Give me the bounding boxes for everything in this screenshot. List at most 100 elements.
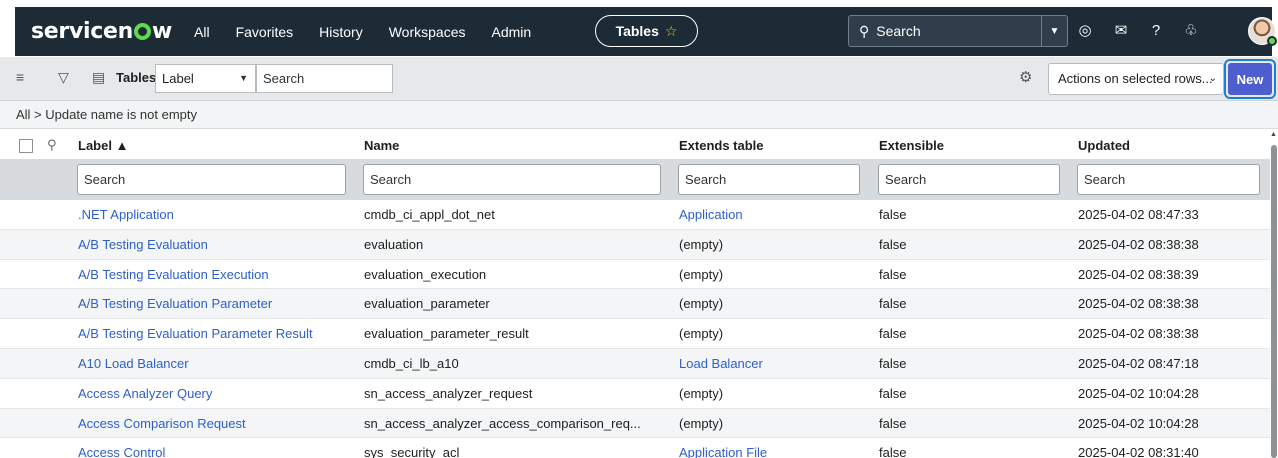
cell-name: sys_security_acl [364, 445, 460, 458]
filter-label-input[interactable]: Search [77, 164, 346, 195]
actions-select-value: Actions on selected rows... [1058, 71, 1213, 86]
cell-name: sn_access_analyzer_request [364, 385, 533, 401]
cell-updated: 2025-04-02 08:47:33 [1078, 207, 1199, 222]
filter-updated-input[interactable]: Search [1077, 164, 1260, 195]
column-header-extends-table[interactable]: Extends table [679, 138, 764, 153]
bell-icon[interactable]: ♧ [1181, 21, 1201, 41]
cell-extends-table[interactable]: Application File [679, 445, 767, 458]
cell-name: cmdb_ci_appl_dot_net [364, 207, 495, 222]
column-header-label[interactable]: Label ▲ [78, 138, 128, 153]
breadcrumb[interactable]: All > Update name is not empty [0, 101, 1278, 129]
star-icon[interactable]: ☆ [665, 23, 678, 40]
filter-name-input[interactable]: Search [363, 164, 661, 195]
table-row[interactable]: Access Control sys_security_acl Applicatio… [0, 438, 1270, 458]
avatar[interactable] [1248, 17, 1277, 46]
cell-extensible: false [879, 415, 907, 431]
list-menu-icon[interactable]: ▤ [92, 69, 105, 86]
cell-extensible: false [879, 266, 907, 282]
nav-menu: All Favorites History Workspaces Admin [194, 24, 557, 40]
scrollbar-thumb[interactable] [1271, 145, 1277, 458]
cell-label[interactable]: Access Control [78, 445, 165, 458]
table-row[interactable]: A10 Load Balancer cmdb_ci_lb_a10 Load Bala… [0, 348, 1270, 379]
column-header-name[interactable]: Name [364, 138, 399, 153]
nav-history[interactable]: History [319, 24, 363, 40]
search-field-value: Label [162, 71, 194, 86]
search-scope-dropdown[interactable]: ▼ [1042, 15, 1068, 47]
table-row[interactable]: A/B Testing Evaluation Parameter evaluati… [0, 289, 1270, 320]
cell-extends-table: (empty) [679, 415, 724, 431]
cell-extends-table[interactable]: Application [679, 207, 743, 222]
column-search-icon[interactable]: ⚲ [47, 137, 57, 153]
cell-updated: 2025-04-02 08:38:39 [1078, 266, 1199, 282]
cell-label[interactable]: A/B Testing Evaluation [78, 237, 208, 252]
nav-all[interactable]: All [194, 24, 210, 40]
table-row[interactable]: A/B Testing Evaluation Parameter Result e… [0, 319, 1270, 349]
cell-extensible: false [879, 236, 907, 252]
cell-extends-table[interactable]: Load Balancer [679, 356, 763, 371]
table-header: ⚲ Label ▲ Name Extends table Extensible … [0, 130, 1270, 160]
new-button-highlight: New [1224, 59, 1276, 99]
cell-label[interactable]: A10 Load Balancer [78, 356, 189, 371]
hamburger-menu-icon[interactable]: ≡ [16, 69, 24, 85]
table-row[interactable]: A/B Testing Evaluation Execution evaluati… [0, 260, 1270, 290]
actions-select[interactable]: Actions on selected rows... ⌄ [1048, 63, 1224, 95]
cell-label[interactable]: Access Comparison Request [78, 416, 246, 431]
chat-icon[interactable]: ✉ [1111, 21, 1131, 41]
chevron-down-icon: ▼ [239, 73, 248, 83]
cell-extensible: false [879, 207, 907, 222]
cell-label[interactable]: A/B Testing Evaluation Parameter Result [78, 326, 313, 341]
search-field-select[interactable]: Label ▼ [155, 64, 256, 93]
cell-extensible: false [879, 385, 907, 401]
table-row[interactable]: Access Comparison Request sn_access_analy… [0, 408, 1270, 439]
select-all-checkbox[interactable] [19, 139, 33, 153]
nav-workspaces[interactable]: Workspaces [389, 24, 466, 40]
cell-extensible: false [879, 355, 907, 371]
table-row[interactable]: A/B Testing Evaluation evaluation (empty) f… [0, 229, 1270, 260]
cell-updated: 2025-04-02 08:31:40 [1078, 445, 1199, 458]
cell-updated: 2025-04-02 08:38:38 [1078, 236, 1199, 252]
cell-label[interactable]: Access Analyzer Query [78, 386, 212, 401]
nav-favorites[interactable]: Favorites [236, 24, 294, 40]
cell-extensible: false [879, 296, 907, 312]
list-header-bar: ≡ ▽ ▤ Tables Label ▼ Search ⚙ Actions on… [0, 57, 1278, 101]
context-pill-tables[interactable]: Tables ☆ [595, 15, 698, 47]
list-title: Tables [116, 70, 157, 85]
logo-o-mark [133, 23, 151, 40]
cell-label[interactable]: A/B Testing Evaluation Execution [78, 267, 269, 282]
filter-icon[interactable]: ▽ [58, 69, 69, 86]
globe-icon[interactable]: ◎ [1075, 21, 1095, 41]
table-row[interactable]: Access Analyzer Query sn_access_analyzer_… [0, 379, 1270, 409]
cell-name: evaluation_execution [364, 266, 487, 282]
column-header-updated[interactable]: Updated [1078, 138, 1130, 153]
context-label: Tables [615, 23, 659, 39]
cell-name: evaluation [364, 236, 424, 252]
global-search-input[interactable]: ⚲ Search [848, 15, 1042, 47]
global-search-placeholder: Search [876, 23, 921, 39]
new-button[interactable]: New [1228, 63, 1272, 95]
help-icon[interactable]: ? [1146, 21, 1166, 41]
scroll-up-arrow-icon[interactable]: ▲ [1270, 131, 1277, 138]
cell-extends-table: (empty) [679, 385, 724, 401]
table-row[interactable]: .NET Application cmdb_ci_appl_dot_net Appl… [0, 200, 1270, 230]
gear-icon[interactable]: ⚙ [1019, 68, 1032, 86]
filter-extensible-input[interactable]: Search [878, 164, 1060, 195]
cell-extensible: false [879, 326, 907, 342]
cell-updated: 2025-04-02 10:04:28 [1078, 385, 1199, 401]
cell-extends-table: (empty) [679, 296, 724, 312]
cell-name: cmdb_ci_lb_a10 [364, 355, 459, 371]
top-navigation-bar: servicen w All Favorites History Workspac… [15, 7, 1277, 56]
servicenow-logo[interactable]: servicen w [31, 19, 172, 44]
presence-dot [1267, 36, 1277, 46]
cell-extends-table: (empty) [679, 236, 724, 252]
cell-updated: 2025-04-02 08:47:18 [1078, 355, 1199, 371]
nav-admin[interactable]: Admin [492, 24, 532, 40]
cell-updated: 2025-04-02 08:38:38 [1078, 296, 1199, 312]
cell-updated: 2025-04-02 08:38:38 [1078, 326, 1199, 342]
cell-label[interactable]: A/B Testing Evaluation Parameter [78, 296, 272, 311]
table-body: .NET Application cmdb_ci_appl_dot_net Appl… [0, 200, 1270, 458]
column-header-extensible[interactable]: Extensible [879, 138, 944, 153]
cell-name: sn_access_analyzer_access_comparison_req… [364, 415, 641, 431]
cell-label[interactable]: .NET Application [78, 207, 174, 222]
list-search-input[interactable]: Search [256, 64, 393, 93]
filter-extends-input[interactable]: Search [678, 164, 860, 195]
